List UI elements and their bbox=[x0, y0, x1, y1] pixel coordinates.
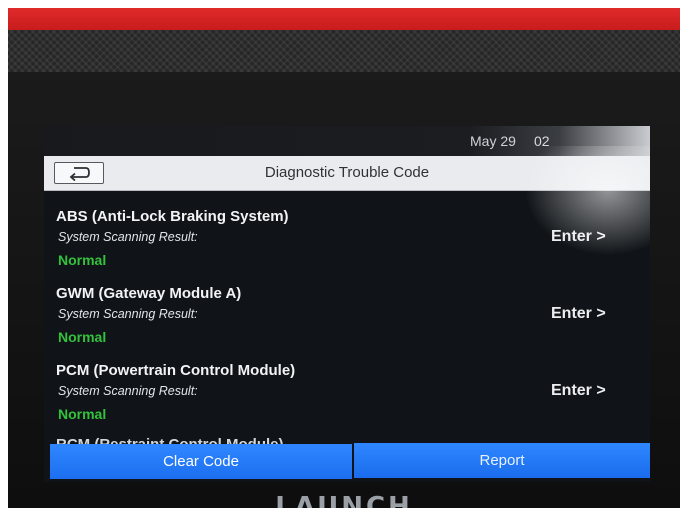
page-title: Diagnostic Trouble Code bbox=[264, 164, 430, 181]
module-row-pcm: PCM (Powertrain Control Module) System S… bbox=[44, 362, 650, 440]
scan-result-label: System Scanning Result: bbox=[58, 230, 198, 244]
enter-button-pcm[interactable]: Enter > bbox=[551, 382, 606, 400]
scan-result-label: System Scanning Result: bbox=[58, 307, 198, 321]
status-date: May 29 bbox=[470, 133, 516, 149]
status-time: 02 bbox=[534, 133, 550, 149]
module-row-gwm: GWM (Gateway Module A) System Scanning R… bbox=[44, 285, 650, 363]
module-name: ABS (Anti-Lock Braking System) bbox=[56, 208, 289, 225]
back-arrow-icon bbox=[69, 167, 90, 181]
scan-result-label: System Scanning Result: bbox=[58, 384, 198, 398]
status-bar: May 29 02 bbox=[44, 126, 650, 156]
enter-button-gwm[interactable]: Enter > bbox=[551, 305, 606, 323]
device-bezel bbox=[8, 30, 680, 72]
brand-logo: LAUNCH bbox=[275, 492, 413, 508]
scan-result-value: Normal bbox=[58, 406, 107, 422]
scan-result-value: Normal bbox=[58, 329, 107, 345]
clear-code-button[interactable]: Clear Code bbox=[50, 444, 352, 479]
device-screen: May 29 02 Diagnostic Trouble Code ABS (A… bbox=[44, 126, 650, 482]
scan-result-value: Normal bbox=[58, 252, 107, 268]
back-button[interactable] bbox=[54, 162, 104, 184]
module-name: GWM (Gateway Module A) bbox=[56, 285, 242, 302]
enter-button-abs[interactable]: Enter > bbox=[551, 228, 606, 246]
footer-bar: Clear Code Report bbox=[44, 443, 650, 482]
report-button[interactable]: Report bbox=[354, 443, 650, 478]
module-row-abs: ABS (Anti-Lock Braking System) System Sc… bbox=[44, 208, 650, 286]
title-bar: Diagnostic Trouble Code bbox=[44, 156, 650, 191]
module-name: PCM (Powertrain Control Module) bbox=[56, 362, 296, 379]
device-photo: May 29 02 Diagnostic Trouble Code ABS (A… bbox=[8, 8, 680, 508]
